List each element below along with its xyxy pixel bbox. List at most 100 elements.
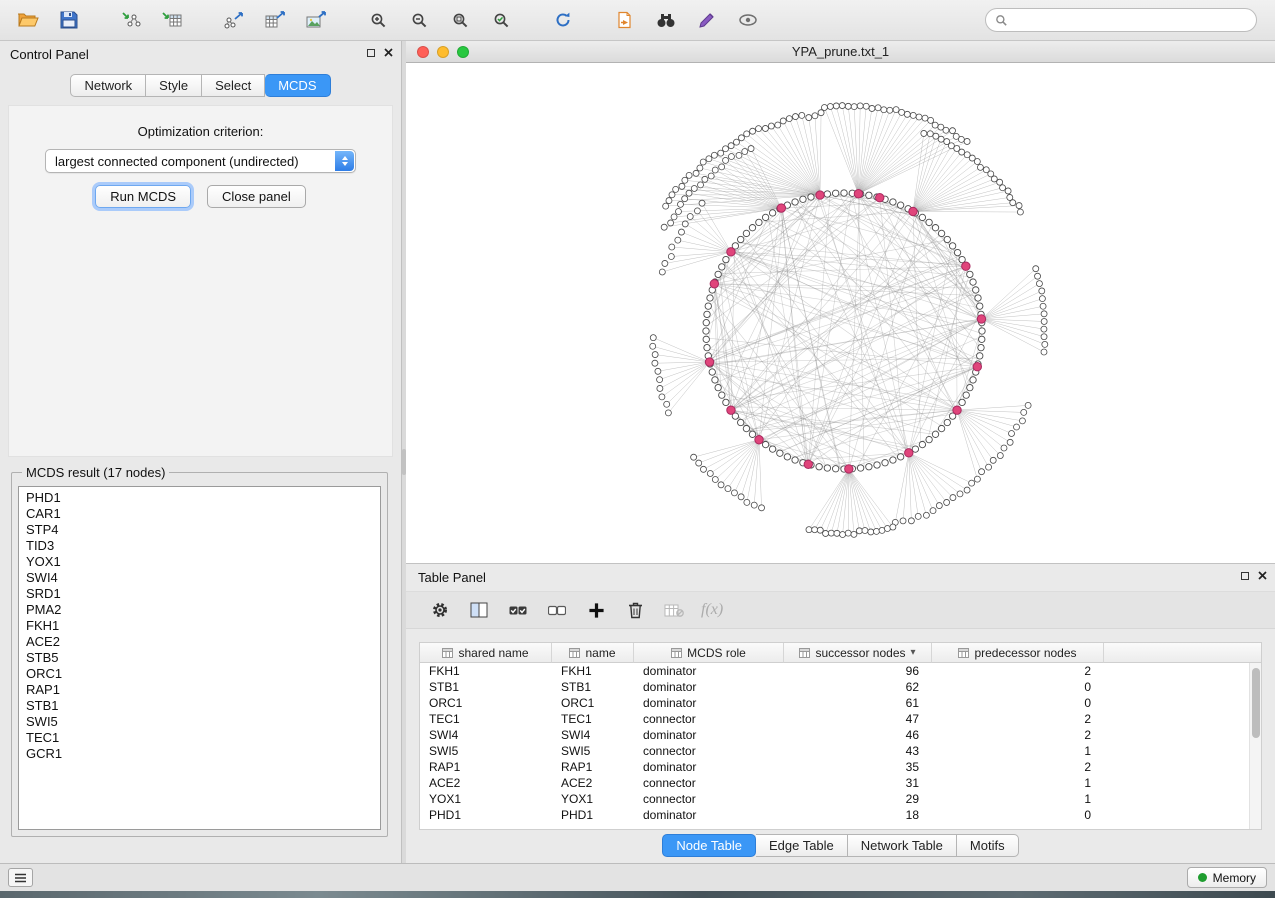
table-row[interactable]: ORC1ORC1dominator610 bbox=[420, 695, 1261, 711]
control-panel: Control Panel NetworkStyleSelectMCDS Opt… bbox=[0, 41, 402, 863]
table-panel-title: Table Panel bbox=[418, 570, 486, 585]
column-type-icon bbox=[799, 648, 810, 658]
mcds-result-item[interactable]: PMA2 bbox=[26, 602, 373, 618]
import-table-button[interactable] bbox=[154, 5, 190, 35]
mcds-result-item[interactable]: RAP1 bbox=[26, 682, 373, 698]
desktop-wallpaper-strip bbox=[0, 891, 1275, 898]
scrollbar-thumb[interactable] bbox=[1252, 668, 1260, 738]
zoom-fit-button[interactable] bbox=[442, 5, 478, 35]
tab-node-table[interactable]: Node Table bbox=[662, 834, 756, 857]
apply-style-button[interactable] bbox=[689, 5, 725, 35]
mcds-result-item[interactable]: STP4 bbox=[26, 522, 373, 538]
mcds-result-item[interactable]: CAR1 bbox=[26, 506, 373, 522]
table-row[interactable]: SWI4SWI4dominator462 bbox=[420, 727, 1261, 743]
table-row[interactable]: SWI5SWI5connector431 bbox=[420, 743, 1261, 759]
close-panel-icon[interactable] bbox=[384, 48, 393, 57]
search-box[interactable] bbox=[985, 8, 1257, 32]
tab-edge-table[interactable]: Edge Table bbox=[756, 834, 848, 857]
mcds-result-item[interactable]: SRD1 bbox=[26, 586, 373, 602]
tab-select[interactable]: Select bbox=[202, 74, 265, 97]
import-network-button[interactable] bbox=[113, 5, 149, 35]
column-header-name[interactable]: name bbox=[552, 643, 634, 663]
column-header-MCDS-role[interactable]: MCDS role bbox=[634, 643, 784, 663]
refresh-button[interactable] bbox=[545, 5, 581, 35]
table-toolbar: f(x) bbox=[406, 591, 1275, 629]
export-image-icon bbox=[306, 11, 326, 29]
mcds-result-item[interactable]: TEC1 bbox=[26, 730, 373, 746]
network-view[interactable] bbox=[406, 63, 1275, 563]
mcds-result-item[interactable]: SWI5 bbox=[26, 714, 373, 730]
run-mcds-button[interactable]: Run MCDS bbox=[95, 185, 191, 208]
select-all-button[interactable] bbox=[506, 598, 530, 622]
columns-icon bbox=[470, 602, 488, 618]
delete-table-button[interactable] bbox=[662, 598, 686, 622]
show-columns-button[interactable] bbox=[467, 598, 491, 622]
tab-network-table[interactable]: Network Table bbox=[848, 834, 957, 857]
table-scrollbar[interactable] bbox=[1249, 663, 1261, 829]
search-input[interactable] bbox=[1014, 13, 1247, 27]
tab-style[interactable]: Style bbox=[146, 74, 202, 97]
mcds-result-item[interactable]: YOX1 bbox=[26, 554, 373, 570]
mcds-result-item[interactable]: STB1 bbox=[26, 698, 373, 714]
table-row[interactable]: ACE2ACE2connector311 bbox=[420, 775, 1261, 791]
zoom-selected-button[interactable] bbox=[483, 5, 519, 35]
float-panel-icon[interactable] bbox=[367, 49, 375, 57]
export-network-button[interactable] bbox=[216, 5, 252, 35]
table-cell: SWI5 bbox=[420, 743, 552, 759]
column-type-icon bbox=[671, 648, 682, 658]
table-row[interactable]: FKH1FKH1dominator962 bbox=[420, 663, 1261, 679]
table-row[interactable]: RAP1RAP1dominator352 bbox=[420, 759, 1261, 775]
table-row[interactable]: PHD1PHD1dominator180 bbox=[420, 807, 1261, 823]
tab-mcds[interactable]: MCDS bbox=[265, 74, 330, 97]
column-header-shared-name[interactable]: shared name bbox=[420, 643, 552, 663]
mcds-result-item[interactable]: TID3 bbox=[26, 538, 373, 554]
delete-table-icon bbox=[664, 603, 684, 618]
network-canvas[interactable] bbox=[406, 63, 1275, 563]
open-file-button[interactable] bbox=[10, 5, 46, 35]
mcds-result-item[interactable]: ORC1 bbox=[26, 666, 373, 682]
table-cell: dominator bbox=[634, 663, 784, 679]
table-cell: FKH1 bbox=[552, 663, 634, 679]
export-image-button[interactable] bbox=[298, 5, 334, 35]
memory-button[interactable]: Memory bbox=[1187, 867, 1267, 888]
mcds-result-list[interactable]: PHD1CAR1STP4TID3YOX1SWI4SRD1PMA2FKH1ACE2… bbox=[18, 486, 381, 830]
deselect-all-button[interactable] bbox=[545, 598, 569, 622]
table-cell: dominator bbox=[634, 679, 784, 695]
mcds-result-item[interactable]: FKH1 bbox=[26, 618, 373, 634]
table-row[interactable]: STB1STB1dominator620 bbox=[420, 679, 1261, 695]
function-builder-button[interactable]: f(x) bbox=[701, 601, 723, 619]
zoom-out-button[interactable] bbox=[401, 5, 437, 35]
show-graphics-button[interactable] bbox=[730, 5, 766, 35]
close-table-panel-icon[interactable] bbox=[1258, 571, 1267, 580]
mcds-result-item[interactable]: STB5 bbox=[26, 650, 373, 666]
tab-network[interactable]: Network bbox=[70, 74, 146, 97]
trash-icon bbox=[627, 601, 644, 619]
mcds-result-item[interactable]: GCR1 bbox=[26, 746, 373, 762]
table-cell: SWI4 bbox=[420, 727, 552, 743]
table-settings-button[interactable] bbox=[428, 598, 452, 622]
table-cell: RAP1 bbox=[552, 759, 634, 775]
export-table-button[interactable] bbox=[257, 5, 293, 35]
column-header-predecessor-nodes[interactable]: predecessor nodes bbox=[932, 643, 1104, 663]
float-table-panel-icon[interactable] bbox=[1241, 572, 1249, 580]
sort-arrow-icon[interactable]: ▾ bbox=[911, 647, 916, 658]
table-cell: RAP1 bbox=[420, 759, 552, 775]
table-row[interactable]: TEC1TEC1connector472 bbox=[420, 711, 1261, 727]
zoom-in-button[interactable] bbox=[360, 5, 396, 35]
mcds-result-item[interactable]: SWI4 bbox=[26, 570, 373, 586]
add-column-button[interactable] bbox=[584, 598, 608, 622]
mcds-result-item[interactable]: ACE2 bbox=[26, 634, 373, 650]
table-row[interactable]: YOX1YOX1connector291 bbox=[420, 791, 1261, 807]
column-header-successor-nodes[interactable]: successor nodes▾ bbox=[784, 643, 932, 663]
delete-column-button[interactable] bbox=[623, 598, 647, 622]
share-document-button[interactable] bbox=[607, 5, 643, 35]
tab-motifs[interactable]: Motifs bbox=[957, 834, 1019, 857]
optimization-criterion-select[interactable]: largest connected component (undirected) bbox=[45, 149, 356, 173]
status-menu-button[interactable] bbox=[8, 868, 33, 887]
search-network-button[interactable] bbox=[648, 5, 684, 35]
table-cell: dominator bbox=[634, 759, 784, 775]
table-cell: 29 bbox=[784, 791, 932, 807]
close-panel-button[interactable]: Close panel bbox=[207, 185, 306, 208]
mcds-result-item[interactable]: PHD1 bbox=[26, 490, 373, 506]
save-button[interactable] bbox=[51, 5, 87, 35]
